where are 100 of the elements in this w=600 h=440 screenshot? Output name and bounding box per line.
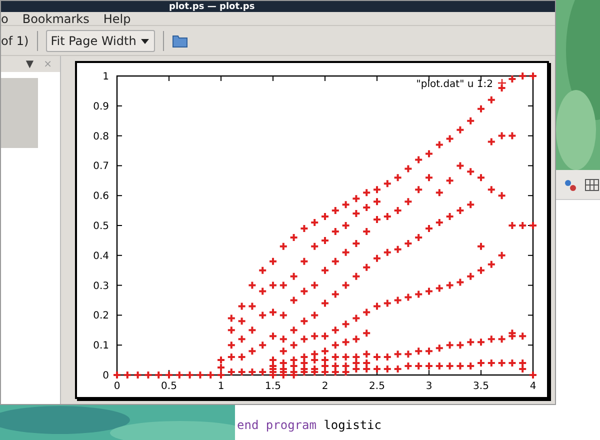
debug-icon (563, 178, 577, 192)
data-point (330, 290, 340, 299)
data-point (216, 356, 226, 365)
folder-icon[interactable] (172, 34, 188, 48)
menu-item[interactable]: Bookmarks (22, 10, 90, 28)
data-point (382, 179, 392, 188)
caret-icon (140, 36, 150, 44)
data-point (445, 134, 454, 144)
data-point (445, 212, 454, 222)
data-point (226, 314, 236, 323)
data-point (258, 266, 268, 275)
data-point (248, 326, 257, 335)
data-point (393, 350, 402, 359)
data-point (268, 356, 278, 365)
data-point (289, 272, 298, 281)
data-point (456, 161, 465, 170)
data-point (330, 352, 340, 362)
data-point (320, 368, 330, 376)
data-point (372, 197, 382, 206)
sidebar-menu-arrow[interactable]: ▼ (26, 56, 34, 72)
data-point (434, 362, 444, 371)
x-tick-label: 2.5 (369, 381, 385, 392)
data-point (341, 221, 350, 230)
data-point (528, 72, 538, 80)
y-tick-label: 0.5 (93, 221, 109, 232)
data-point (382, 212, 392, 222)
data-point (352, 358, 361, 368)
data-point (226, 368, 236, 376)
grid-icon (585, 178, 599, 190)
x-tick-label: 3 (426, 381, 432, 392)
data-point (434, 344, 444, 353)
data-point (310, 218, 320, 227)
data-point (404, 164, 413, 174)
data-point (185, 370, 194, 380)
data-point (362, 226, 372, 236)
data-point (300, 358, 309, 368)
data-point (466, 338, 476, 347)
data-point (206, 370, 216, 380)
data-point (497, 191, 506, 200)
data-point (352, 209, 361, 218)
data-point (300, 316, 309, 326)
data-point (404, 197, 413, 206)
data-point (382, 248, 392, 257)
data-point (497, 334, 506, 344)
data-point (456, 125, 465, 134)
data-point (424, 362, 434, 371)
data-point (352, 194, 361, 204)
data-point (320, 356, 330, 365)
data-point (466, 116, 476, 126)
data-point (289, 368, 298, 376)
data-point (320, 266, 330, 275)
data-point (508, 328, 517, 338)
data-point (310, 310, 320, 320)
data-point (508, 74, 517, 84)
data-point (278, 346, 288, 356)
data-point (414, 290, 424, 299)
x-tick-label: 1 (218, 381, 224, 392)
data-point (330, 340, 340, 350)
data-point (278, 364, 288, 374)
data-point (486, 137, 496, 146)
data-point (341, 362, 350, 371)
data-point (404, 238, 413, 248)
data-point (486, 185, 496, 194)
data-point (278, 358, 288, 368)
data-point (486, 260, 496, 269)
data-point (424, 149, 434, 158)
data-point (508, 358, 517, 368)
menu-item[interactable]: Help (103, 10, 131, 28)
data-point (445, 176, 454, 186)
code-line: end program logistic (237, 417, 383, 434)
data-point (133, 370, 142, 380)
data-point (352, 238, 361, 248)
data-point (300, 256, 309, 266)
data-point (289, 232, 298, 242)
data-point (456, 340, 465, 350)
data-point (112, 370, 122, 380)
legend-label: "plot.dat" u 1:2 (416, 79, 493, 90)
data-point (476, 266, 486, 275)
data-point (174, 370, 184, 380)
data-point (476, 338, 486, 347)
data-point (445, 280, 454, 290)
zoom-dropdown[interactable]: Fit Page Width (46, 30, 156, 52)
data-point (497, 131, 506, 140)
data-point (341, 368, 350, 376)
y-tick-label: 0.4 (93, 250, 109, 262)
x-tick-label: 0 (114, 381, 120, 392)
y-tick-label: 0 (102, 370, 109, 382)
data-point (341, 200, 350, 210)
data-point (372, 215, 382, 224)
data-point (258, 286, 268, 296)
data-point (466, 362, 476, 371)
y-tick-label: 0.9 (93, 101, 109, 112)
data-point (456, 278, 465, 287)
data-point (486, 95, 496, 104)
data-point (330, 362, 340, 371)
data-point (434, 218, 444, 227)
menu-item[interactable]: o (1, 10, 8, 28)
data-point (476, 104, 486, 114)
data-point (404, 292, 413, 302)
data-point (278, 280, 288, 290)
